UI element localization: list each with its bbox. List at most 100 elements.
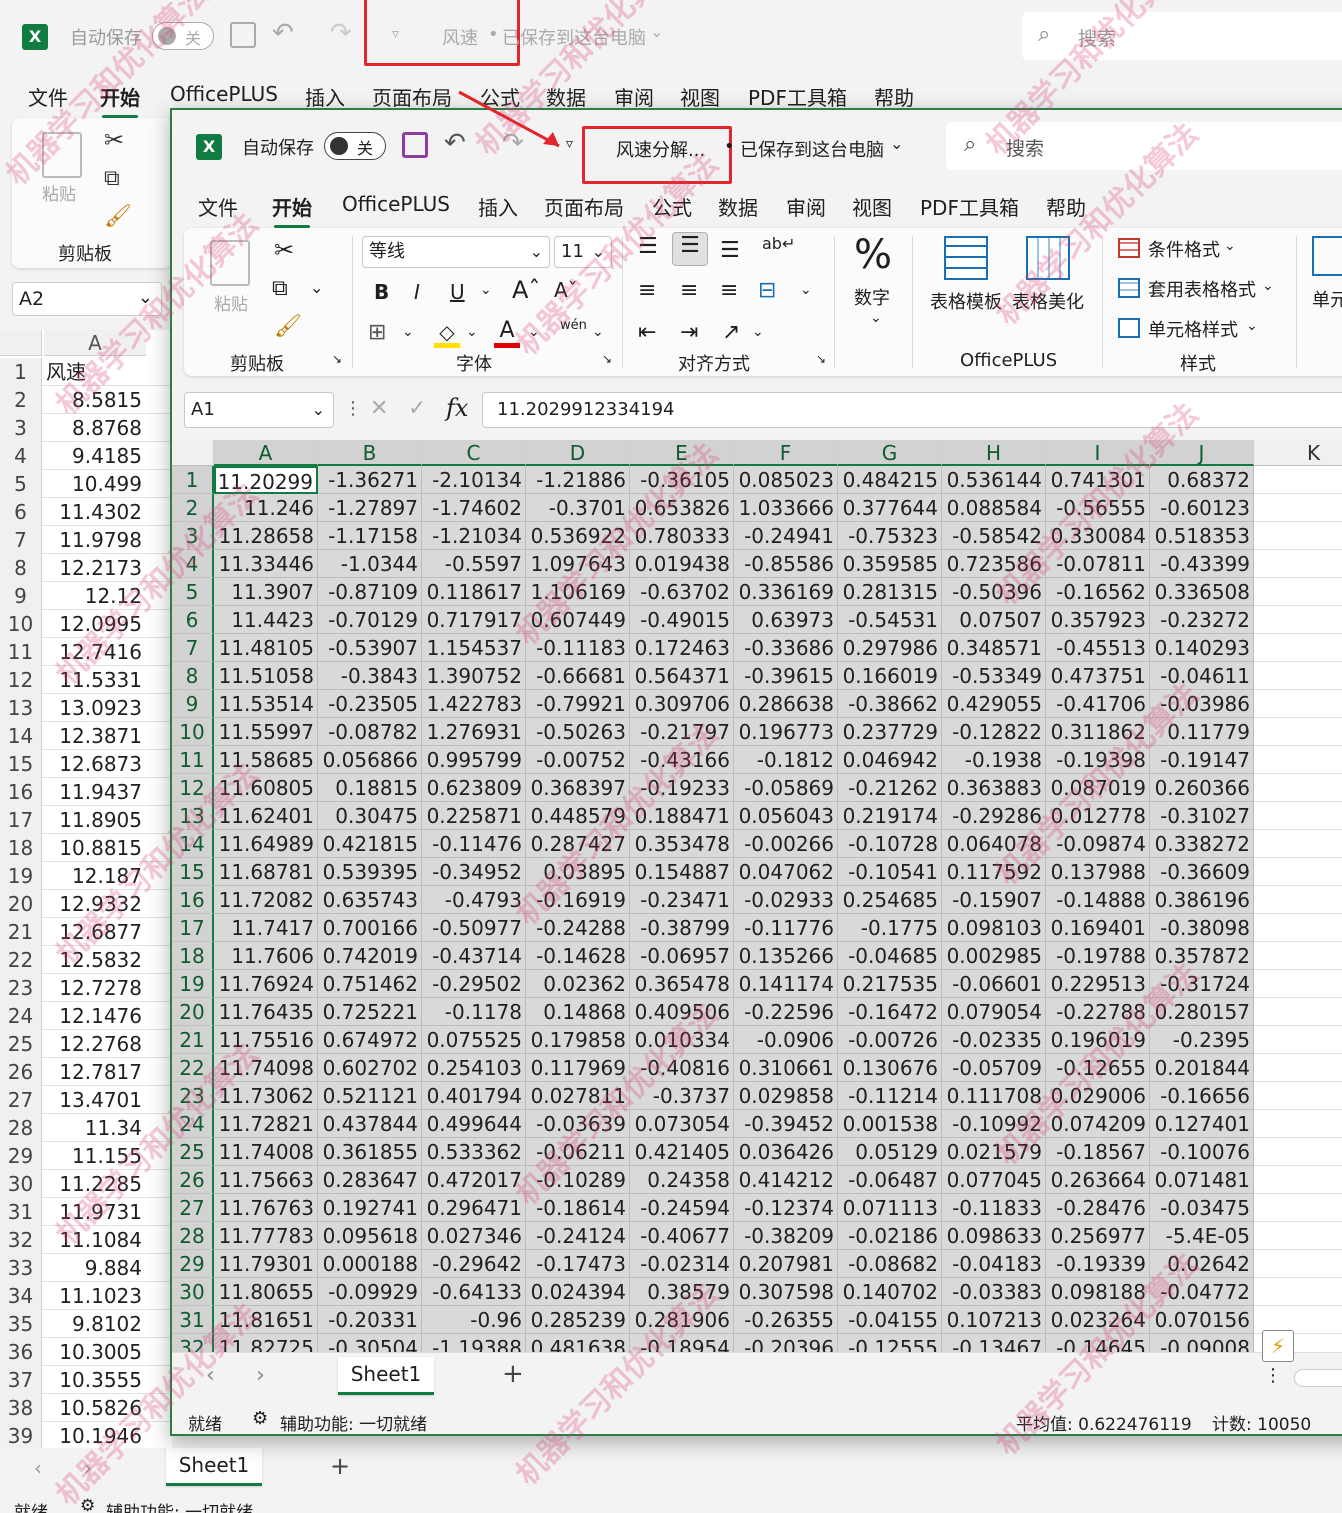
bg-row-header[interactable]: 14 <box>0 722 42 750</box>
table-cell[interactable]: 0.088584 <box>942 494 1046 522</box>
table-cell[interactable]: -0.24124 <box>526 1222 630 1250</box>
table-cell[interactable]: -0.15907 <box>942 886 1046 914</box>
table-cell[interactable]: 11.33446 <box>214 550 318 578</box>
table-cell[interactable]: 1.097643 <box>526 550 630 578</box>
bg-row-header[interactable]: 27 <box>0 1086 42 1114</box>
table-cell[interactable]: 0.717917 <box>422 606 526 634</box>
table-cell[interactable]: -0.40677 <box>630 1222 734 1250</box>
table-cell[interactable]: -0.70129 <box>318 606 422 634</box>
bg-table-row[interactable]: 29 11.155 <box>0 1142 172 1170</box>
table-cell[interactable]: 0.307598 <box>734 1278 838 1306</box>
table-cell[interactable]: 0.095618 <box>318 1222 422 1250</box>
chevron-down-icon[interactable]: ⌄ <box>1262 278 1274 294</box>
bg-table-row[interactable]: 16 11.9437 <box>0 778 172 806</box>
table-cell[interactable]: -0.43166 <box>630 746 734 774</box>
chevron-down-icon[interactable]: ⌄ <box>528 324 540 340</box>
add-sheet-icon[interactable]: + <box>502 1359 524 1389</box>
table-beautify-button[interactable]: 表格美化 <box>1012 288 1084 314</box>
table-cell[interactable]: -0.29642 <box>422 1250 526 1278</box>
table-cell[interactable]: 0.027811 <box>526 1082 630 1110</box>
table-cell[interactable]: 0.085023 <box>734 466 838 494</box>
table-cell[interactable]: -0.28476 <box>1046 1194 1150 1222</box>
table-cell[interactable]: 1.154537 <box>422 634 526 662</box>
row-header[interactable]: 31 <box>172 1306 214 1334</box>
bg-row-header[interactable]: 4 <box>0 442 42 470</box>
empty-cell[interactable] <box>1254 830 1342 858</box>
table-cell[interactable]: -0.24941 <box>734 522 838 550</box>
row-header[interactable]: 11 <box>172 746 214 774</box>
table-cell[interactable]: -0.03986 <box>1150 690 1254 718</box>
empty-cell[interactable] <box>1254 606 1342 634</box>
bg-row-header[interactable]: 31 <box>0 1198 42 1226</box>
table-format-button[interactable]: 套用表格格式 <box>1148 276 1256 302</box>
bg-cell[interactable]: 12.7278 <box>44 974 144 1002</box>
table-cell[interactable]: -0.19147 <box>1150 746 1254 774</box>
table-cell[interactable]: 0.154887 <box>630 858 734 886</box>
table-cell[interactable]: 1.390752 <box>422 662 526 690</box>
bg-row-header[interactable]: 1 <box>0 358 42 386</box>
table-cell[interactable]: 0.481638 <box>526 1334 630 1352</box>
table-cell[interactable]: -0.07811 <box>1046 550 1150 578</box>
row-header[interactable]: 2 <box>172 494 214 522</box>
copy-icon[interactable]: ⧉ <box>104 166 120 191</box>
phonetic-guide-icon[interactable]: wén <box>560 318 587 333</box>
bg-search-box[interactable]: ⌕ 搜索 <box>1022 12 1342 60</box>
table-row[interactable]: 18 11.7606 0.742019 -0.43714 -0.14628 -0.0695… <box>172 942 1342 970</box>
cancel-icon[interactable]: ✕ <box>370 396 388 421</box>
table-cell[interactable]: -0.04183 <box>942 1250 1046 1278</box>
row-header[interactable]: 9 <box>172 690 214 718</box>
table-cell[interactable]: 0.172463 <box>630 634 734 662</box>
empty-cell[interactable] <box>1254 662 1342 690</box>
dialog-launcher-icon[interactable]: ↘ <box>602 352 612 366</box>
italic-icon[interactable]: I <box>414 280 420 304</box>
table-cell[interactable]: 0.111708 <box>942 1082 1046 1110</box>
table-row[interactable]: 31 11.81651 -0.20331 -0.96 0.285239 0.281906-… <box>172 1306 1342 1334</box>
table-cell[interactable]: 0.02362 <box>526 970 630 998</box>
table-cell[interactable]: 0.140293 <box>1150 634 1254 662</box>
bg-row-header[interactable]: 39 <box>0 1422 42 1450</box>
table-cell[interactable]: -0.11183 <box>526 634 630 662</box>
table-cell[interactable]: 0.311862 <box>1046 718 1150 746</box>
empty-cell[interactable] <box>1254 1138 1342 1166</box>
row-header[interactable]: 13 <box>172 802 214 830</box>
table-cell[interactable]: -0.56555 <box>1046 494 1150 522</box>
bg-table-row[interactable]: 21 12.6877 <box>0 918 172 946</box>
align-center-icon[interactable]: ≡ <box>680 278 698 303</box>
table-row[interactable]: 24 11.72821 0.437844 0.499644 -0.03639 0.0730… <box>172 1110 1342 1138</box>
table-cell[interactable]: 0.533362 <box>422 1138 526 1166</box>
bg-table-row[interactable]: 20 12.9332 <box>0 890 172 918</box>
empty-cell[interactable] <box>1254 914 1342 942</box>
bg-row-header[interactable]: 12 <box>0 666 42 694</box>
bg-cell[interactable]: 13.4701 <box>44 1086 144 1114</box>
row-header[interactable]: 12 <box>172 774 214 802</box>
row-header[interactable]: 28 <box>172 1222 214 1250</box>
table-cell[interactable]: 1.106169 <box>526 578 630 606</box>
bg-table-row[interactable]: 15 12.6873 <box>0 750 172 778</box>
menu-officeplus[interactable]: OfficePLUS <box>170 82 278 106</box>
table-row[interactable]: 28 11.77783 0.095618 0.027346 -0.24124 -0.406… <box>172 1222 1342 1250</box>
row-header[interactable]: 29 <box>172 1250 214 1278</box>
bg-cell[interactable]: 11.5331 <box>44 666 144 694</box>
table-cell[interactable]: 11.81651 <box>214 1306 318 1334</box>
bg-cell[interactable]: 10.5826 <box>44 1394 144 1422</box>
table-cell[interactable]: 0.196773 <box>734 718 838 746</box>
row-header[interactable]: 16 <box>172 886 214 914</box>
bg-table-row[interactable]: 9 12.12 <box>0 582 172 610</box>
bg-cell[interactable]: 11.9731 <box>44 1198 144 1226</box>
table-cell[interactable]: -0.36609 <box>1150 858 1254 886</box>
table-cell[interactable]: 0.087019 <box>1046 774 1150 802</box>
table-cell[interactable]: 0.002985 <box>942 942 1046 970</box>
bg-cell[interactable]: 12.1476 <box>44 1002 144 1030</box>
table-cell[interactable]: 0.254685 <box>838 886 942 914</box>
table-cell[interactable]: -0.06211 <box>526 1138 630 1166</box>
chevron-down-icon[interactable]: ⌄ <box>870 310 882 326</box>
table-cell[interactable]: -0.43714 <box>422 942 526 970</box>
number-group-label[interactable]: 数字 <box>854 284 890 310</box>
increase-font-icon[interactable]: Aˆ <box>512 276 540 304</box>
table-row[interactable]: 17 11.7417 0.700166 -0.50977 -0.24288 -0.3879… <box>172 914 1342 942</box>
bg-row-header[interactable]: 3 <box>0 414 42 442</box>
conditional-format-icon[interactable] <box>1118 238 1140 258</box>
column-header[interactable]: A <box>214 440 318 466</box>
bg-table-row[interactable]: 6 11.4302 <box>0 498 172 526</box>
menu-view[interactable]: 视图 <box>852 192 892 221</box>
